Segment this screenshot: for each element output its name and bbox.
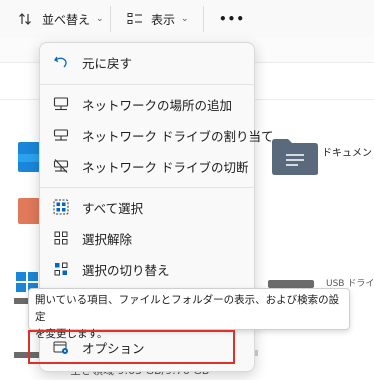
documents-folder-icon [272, 139, 318, 175]
chevron-down-icon: ⌄ [181, 14, 189, 24]
network-location-icon [53, 96, 69, 112]
sort-button[interactable]: 並べ替え ⌄ [18, 6, 104, 32]
map-network-drive-icon [53, 127, 69, 143]
menu-item-add-network-location[interactable]: ネットワークの場所の追加 [44, 89, 250, 119]
view-button[interactable]: 表示 ⌄ [127, 6, 189, 32]
menu-item-label: ネットワーク ドライブの切断 [82, 159, 249, 175]
menu-item-label: すべて選択 [82, 200, 144, 216]
options-tooltip: 開いている項目、ファイルとフォルダーの表示、および検索の設定 を変更します。 [28, 288, 350, 340]
menu-item-label: 元に戻す [82, 55, 133, 71]
menu-item-select-none[interactable]: 選択解除 [44, 223, 250, 253]
sort-icon [19, 13, 31, 25]
chevron-down-icon: ⌄ [96, 14, 104, 24]
menu-item-label: ネットワークの場所の追加 [82, 97, 233, 113]
undo-icon [53, 54, 69, 70]
toolbar-divider [203, 6, 204, 32]
menu-separator [40, 187, 254, 188]
more-icon: ••• [219, 12, 246, 26]
menu-item-invert-selection[interactable]: 選択の切り替え [44, 254, 250, 284]
select-none-icon [53, 230, 69, 246]
desktop-folder-icon [18, 142, 40, 172]
options-highlight-box [28, 330, 235, 364]
toolbar-divider [110, 6, 111, 32]
menu-item-disconnect-network-drive[interactable]: ネットワーク ドライブの切断 [44, 151, 250, 181]
menu-item-label: ネットワーク ドライブの割り当て [82, 128, 274, 144]
invert-selection-icon [53, 261, 69, 277]
documents-label: ドキュメント [322, 148, 374, 159]
see-more-button[interactable]: ••• [219, 6, 245, 32]
view-icon [127, 13, 142, 24]
sort-label: 並べ替え [42, 12, 91, 27]
pictures-folder-icon [18, 198, 40, 224]
menu-item-label: 選択の切り替え [82, 262, 170, 278]
menu-separator [40, 84, 254, 85]
menu-item-map-network-drive[interactable]: ネットワーク ドライブの割り当て [44, 120, 273, 150]
view-label: 表示 [151, 12, 176, 27]
menu-item-label: 選択解除 [82, 231, 133, 247]
menu-item-select-all[interactable]: すべて選択 [44, 192, 250, 222]
select-all-icon [53, 199, 69, 215]
menu-item-undo[interactable]: 元に戻す [44, 47, 250, 77]
disconnect-network-drive-icon [53, 158, 69, 174]
tooltip-line-1: 開いている項目、ファイルとフォルダーの表示、および検索の設定 [35, 294, 340, 323]
command-bar: 並べ替え ⌄ 表示 ⌄ ••• [0, 0, 374, 39]
